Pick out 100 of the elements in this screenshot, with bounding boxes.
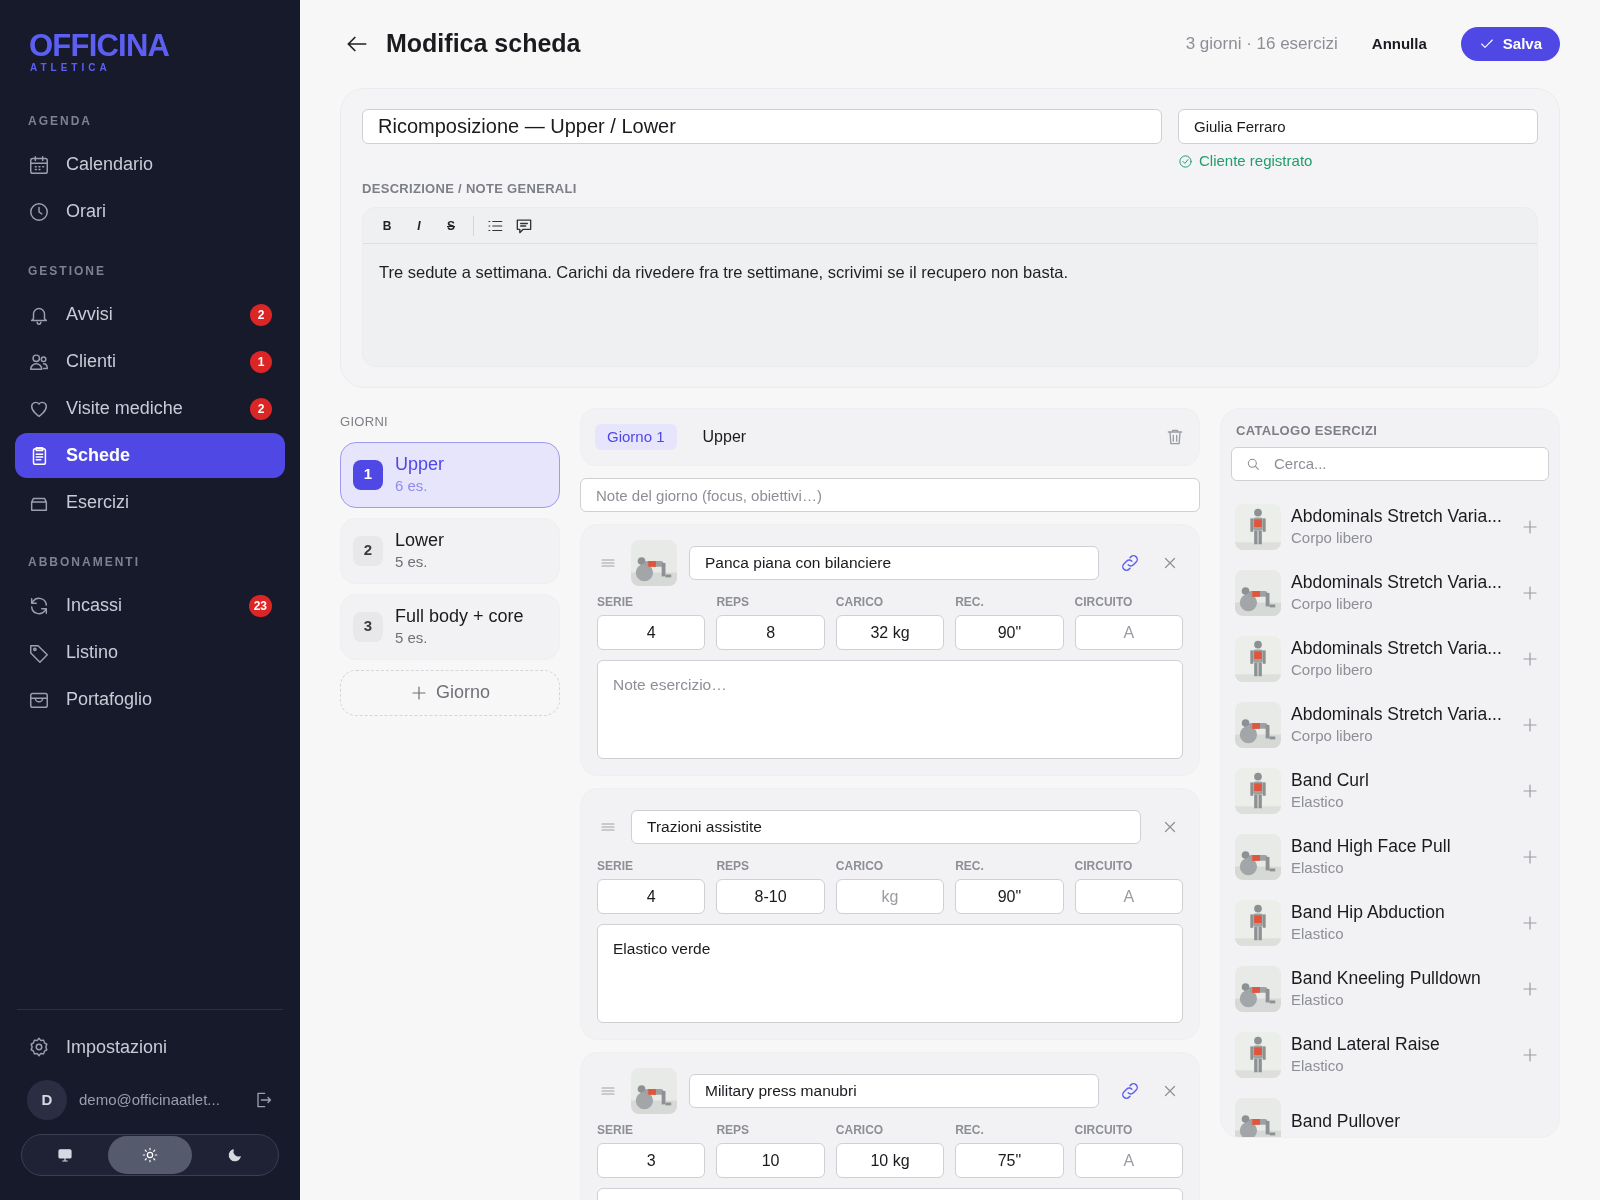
field-label: CARICO [835, 858, 885, 875]
format-button[interactable]: B [373, 212, 401, 239]
day-item[interactable]: 3 Full body + core 5 es. [340, 593, 560, 660]
nav-item[interactable]: Orari [15, 189, 285, 234]
catalog-item[interactable]: Band Pullover [1235, 1087, 1545, 1137]
day-item[interactable]: 2 Lower 5 es. [340, 517, 560, 584]
exercise-name: Band Pullover [1291, 1109, 1401, 1132]
exercise-name: Abdominals Stretch Varia... [1291, 570, 1503, 593]
exercise-category: Elastico [1291, 1055, 1345, 1076]
format-button[interactable]: I [405, 212, 433, 239]
exercise-name-field[interactable]: Panca piana con bilanciere [689, 546, 1099, 580]
exercise-notes-field[interactable]: Elastico verde [597, 924, 1183, 1023]
trash-icon[interactable] [1165, 427, 1185, 447]
search-field[interactable]: Cerca... [1231, 446, 1549, 481]
nav-item[interactable]: Calendario [15, 142, 285, 187]
section-label: GESTIONE [27, 263, 107, 280]
nav-item[interactable]: Schede [15, 433, 285, 478]
parameter-field[interactable]: A [1074, 879, 1183, 914]
catalog-item[interactable]: Band High Face Pull Elastico [1235, 823, 1545, 890]
parameter-field[interactable]: A [1074, 615, 1183, 650]
day-number: 3 [353, 611, 383, 642]
day-notes-field[interactable]: Note del giorno (focus, obiettivi…) [580, 478, 1200, 512]
catalog-item[interactable]: Abdominals Stretch Varia... Corpo libero [1235, 691, 1545, 758]
catalog-item[interactable]: Band Curl Elastico [1235, 757, 1545, 824]
exercise-category: Corpo libero [1291, 725, 1374, 746]
field-label: CARICO [835, 1122, 885, 1139]
days-label: GIORNI [340, 413, 390, 431]
catalog-item[interactable]: Abdominals Stretch Varia... Corpo libero [1235, 493, 1545, 560]
exercise-category: Elastico [1291, 923, 1345, 944]
parameter-field[interactable]: A [1074, 1143, 1183, 1178]
save-button[interactable]: Salva [1460, 27, 1560, 61]
format-button[interactable]: S [437, 212, 465, 239]
theme-switch[interactable] [21, 1134, 279, 1176]
field-label: CIRCUITO [1074, 858, 1134, 875]
plan-name-field[interactable]: Ricomposizione — Upper / Lower [362, 109, 1162, 144]
settings-item[interactable]: Impostazioni [15, 1024, 285, 1070]
exercise-name-field[interactable]: Trazioni assistite [631, 810, 1141, 844]
field-label: SERIE [597, 1122, 634, 1139]
cancel-button[interactable]: Annulla [1369, 32, 1429, 56]
count-badge: 23 [248, 594, 272, 617]
nav-item[interactable]: Incassi 23 [15, 583, 285, 628]
parameter-field[interactable]: 10 [716, 1143, 825, 1178]
day-tag: Giorno 1 [595, 424, 677, 450]
page-title: Modifica scheda [386, 28, 582, 60]
catalog-item[interactable]: Band Kneeling Pulldown Elastico [1235, 955, 1545, 1022]
client-field[interactable]: Giulia Ferraro [1178, 109, 1538, 144]
catalog-item[interactable]: Band Hip Abduction Elastico [1235, 889, 1545, 956]
section-label: AGENDA [27, 113, 93, 130]
link-icon[interactable] [1119, 1080, 1141, 1102]
count-badge: 2 [250, 303, 272, 326]
exercise-category: Corpo libero [1291, 527, 1374, 548]
parameter-field[interactable]: 32 kg [835, 615, 945, 650]
logo-title: OFFICINA [29, 30, 171, 62]
add-day-button[interactable]: Giorno [340, 669, 560, 716]
exercise-notes-field[interactable]: Note esercizio… [597, 660, 1183, 759]
exercise-category: Elastico [1291, 989, 1345, 1010]
field-label: SERIE [597, 858, 634, 875]
catalog-item[interactable]: Abdominals Stretch Varia... Corpo libero [1235, 559, 1545, 626]
parameter-field[interactable]: kg [835, 879, 945, 914]
clock-icon [28, 200, 50, 223]
parameter-field[interactable]: 90" [955, 615, 1064, 650]
day-item[interactable]: 1 Upper 6 es. [340, 441, 560, 508]
description-editor[interactable]: B I S Tre sedute a settimana. Carichi da rivedere fra tre settimane, scrivimi se il recupero non basta. [362, 207, 1538, 367]
day-title: Upper [702, 427, 748, 447]
day-number: 1 [353, 459, 383, 490]
parameter-field[interactable]: 10 kg [835, 1143, 945, 1178]
parameter-field[interactable]: 4 [597, 615, 706, 650]
nav-item[interactable]: Visite mediche 2 [15, 386, 285, 431]
parameter-field[interactable]: 8 [716, 615, 825, 650]
count-badge: 2 [250, 397, 272, 420]
nav-item[interactable]: Portafoglio [15, 677, 285, 722]
nav-item[interactable]: Clienti 1 [15, 339, 285, 384]
field-label: REC. [955, 858, 985, 875]
field-label: REC. [955, 1122, 985, 1139]
field-label: REPS [716, 858, 751, 875]
parameter-field[interactable]: 90" [955, 879, 1064, 914]
link-icon[interactable] [1119, 552, 1141, 574]
field-label: REPS [716, 594, 751, 611]
parameter-field[interactable]: 8-10 [716, 879, 825, 914]
exercise-name: Band Hip Abduction [1291, 900, 1446, 923]
exercise-name: Abdominals Stretch Varia... [1291, 702, 1503, 725]
exercise-name-field[interactable]: Military press manubri [689, 1074, 1099, 1108]
parameter-field[interactable]: 4 [597, 879, 706, 914]
exercise-name: Abdominals Stretch Varia... [1291, 636, 1503, 659]
plan-summary: 3 giorni · 16 esercizi [1185, 33, 1338, 56]
nav-item[interactable]: Listino [15, 630, 285, 675]
exercise-name: Band Lateral Raise [1291, 1032, 1441, 1055]
day-count: 5 es. [395, 627, 429, 648]
user-avatar: D [27, 1080, 67, 1120]
check-circle-icon [1178, 153, 1193, 169]
parameter-field[interactable]: 3 [597, 1143, 706, 1178]
section-label: ABBONAMENTI [27, 554, 141, 571]
catalog-item[interactable]: Abdominals Stretch Varia... Corpo libero [1235, 625, 1545, 692]
catalog-label: CATALOGO ESERCIZI [1235, 422, 1379, 440]
catalog-item[interactable]: Band Lateral Raise Elastico [1235, 1021, 1545, 1088]
field-label: CARICO [835, 594, 885, 611]
nav-item[interactable]: Esercizi [15, 480, 285, 525]
parameter-field[interactable]: 75" [955, 1143, 1064, 1178]
nav-item[interactable]: Avvisi 2 [15, 292, 285, 337]
monitor-icon [56, 1146, 75, 1164]
